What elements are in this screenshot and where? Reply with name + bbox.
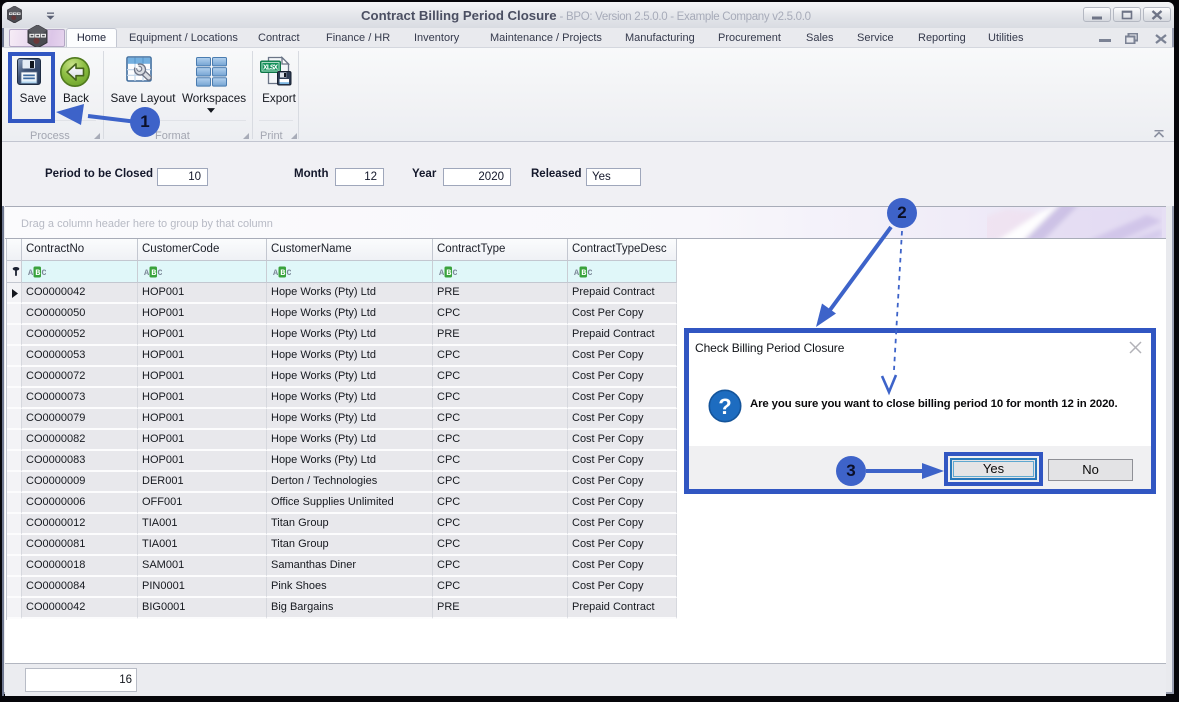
svg-text:A: A	[28, 268, 34, 278]
svg-text:C: C	[158, 268, 163, 278]
svg-text:XLSX: XLSX	[263, 65, 278, 73]
svg-text:A: A	[439, 268, 445, 278]
svg-text:C: C	[453, 268, 458, 278]
svg-text:B: B	[151, 268, 156, 278]
svg-text:?: ?	[718, 394, 731, 419]
svg-text:B: B	[446, 268, 451, 278]
svg-text:C: C	[42, 268, 47, 278]
svg-text:C: C	[588, 268, 593, 278]
svg-text:B: B	[581, 268, 586, 278]
svg-text:B: B	[35, 268, 40, 278]
svg-text:A: A	[144, 268, 150, 278]
svg-text:C: C	[287, 268, 292, 278]
svg-text:A: A	[574, 268, 580, 278]
svg-text:A: A	[273, 268, 279, 278]
svg-text:B: B	[280, 268, 285, 278]
